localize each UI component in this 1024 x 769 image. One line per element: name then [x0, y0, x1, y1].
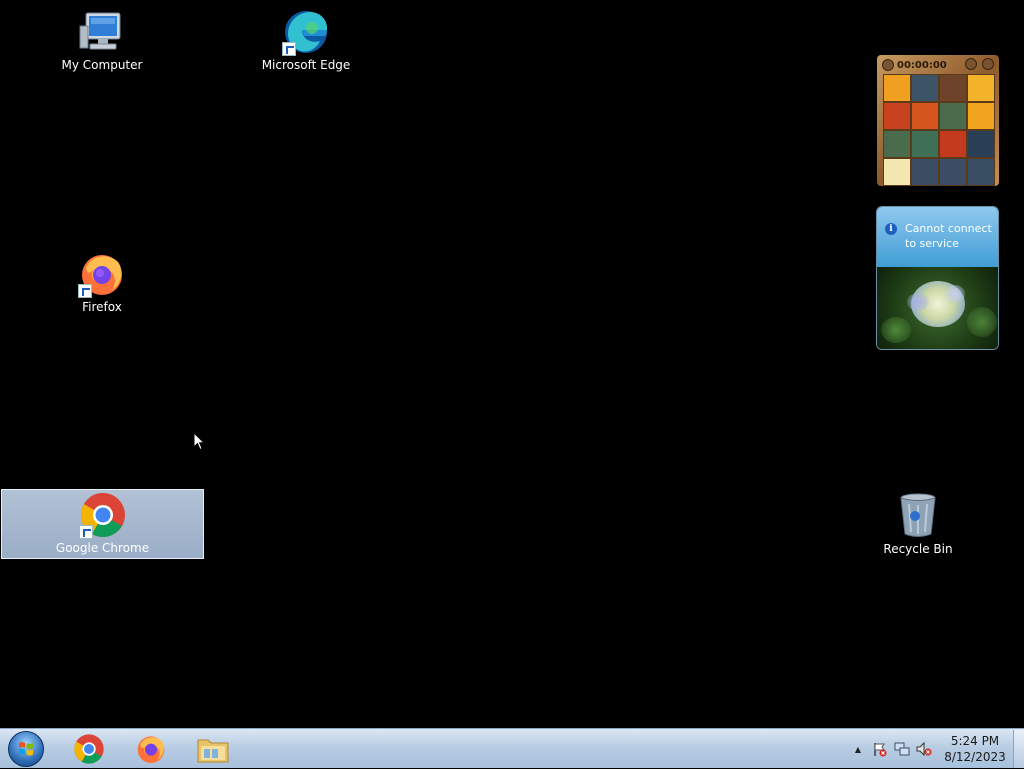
system-tray: ▲ 5:24 PM 8/12/2023 — [855, 729, 1024, 769]
puzzle-tile[interactable] — [968, 131, 994, 157]
desktop-icon-my-computer[interactable]: My Computer — [42, 8, 162, 72]
shortcut-arrow-icon — [282, 42, 296, 56]
puzzle-tile[interactable] — [912, 75, 938, 101]
shortcut-arrow-icon — [78, 284, 92, 298]
show-hidden-icons-chevron-icon[interactable]: ▲ — [855, 745, 861, 754]
chrome-icon — [74, 734, 104, 764]
edge-icon — [282, 8, 330, 56]
puzzle-tile[interactable] — [884, 75, 910, 101]
puzzle-toolbar: 00:00:00 — [880, 57, 996, 72]
firefox-icon — [78, 250, 126, 298]
puzzle-tile[interactable] — [940, 159, 966, 185]
action-center-flag-icon[interactable] — [872, 741, 888, 757]
desktop-icon-firefox[interactable]: Firefox — [42, 250, 162, 314]
volume-muted-icon[interactable] — [916, 741, 932, 757]
puzzle-tile[interactable] — [912, 159, 938, 185]
chrome-icon — [78, 491, 127, 539]
puzzle-grid — [883, 74, 995, 186]
desktop-icon-recycle-bin[interactable]: Recycle Bin — [858, 492, 978, 556]
taskbar-firefox-button[interactable] — [124, 731, 178, 767]
desktop-icon-google-chrome[interactable]: Google Chrome — [1, 489, 204, 559]
mouse-cursor-icon — [193, 432, 205, 451]
weather-gadget[interactable]: i Cannot connect to service — [876, 206, 999, 350]
desktop-icon-label: Firefox — [82, 300, 122, 314]
puzzle-tile[interactable] — [968, 159, 994, 185]
computer-icon — [78, 8, 126, 56]
hydrangea-photo — [877, 267, 998, 349]
taskbar-clock[interactable]: 5:24 PM 8/12/2023 — [943, 733, 1007, 765]
clock-date: 8/12/2023 — [944, 750, 1006, 764]
taskbar-chrome-button[interactable] — [62, 731, 116, 767]
firefox-icon — [137, 736, 165, 763]
folder-icon — [197, 739, 229, 763]
recycle-bin-icon — [894, 492, 942, 540]
info-icon: i — [885, 223, 897, 235]
picture-puzzle-gadget[interactable]: 00:00:00 — [877, 55, 999, 186]
puzzle-tile[interactable] — [884, 103, 910, 129]
windows-logo-icon — [8, 731, 44, 767]
desktop-icon-label: Google Chrome — [55, 541, 150, 555]
puzzle-help-icon[interactable] — [964, 57, 977, 70]
weather-error-panel: i Cannot connect to service — [877, 207, 998, 267]
weather-error-message: Cannot connect to service — [905, 222, 992, 250]
puzzle-tile[interactable] — [968, 75, 994, 101]
desktop-icon-label: Microsoft Edge — [261, 58, 351, 72]
puzzle-solve-button[interactable] — [882, 59, 894, 71]
clock-time: 5:24 PM — [950, 734, 1000, 748]
show-desktop-button[interactable] — [1013, 730, 1024, 768]
shortcut-arrow-icon — [78, 525, 93, 539]
puzzle-tile[interactable] — [884, 131, 910, 157]
puzzle-timer: 00:00:00 — [897, 59, 947, 71]
puzzle-tile[interactable] — [968, 103, 994, 129]
start-button[interactable] — [6, 730, 46, 768]
puzzle-options-icon[interactable] — [982, 57, 994, 70]
puzzle-tile[interactable] — [940, 75, 966, 101]
desktop-icon-label: Recycle Bin — [883, 542, 953, 556]
puzzle-tile[interactable] — [940, 103, 966, 129]
desktop-icon-microsoft-edge[interactable]: Microsoft Edge — [246, 8, 366, 72]
puzzle-tile[interactable] — [912, 103, 938, 129]
network-icon[interactable] — [894, 741, 910, 757]
taskbar-explorer-button[interactable] — [186, 731, 240, 767]
desktop-icon-label: My Computer — [61, 58, 143, 72]
puzzle-tile[interactable] — [912, 131, 938, 157]
taskbar: ▲ 5:24 PM 8/12/2023 — [0, 728, 1024, 768]
puzzle-tile[interactable] — [940, 131, 966, 157]
puzzle-tile[interactable] — [884, 159, 910, 185]
